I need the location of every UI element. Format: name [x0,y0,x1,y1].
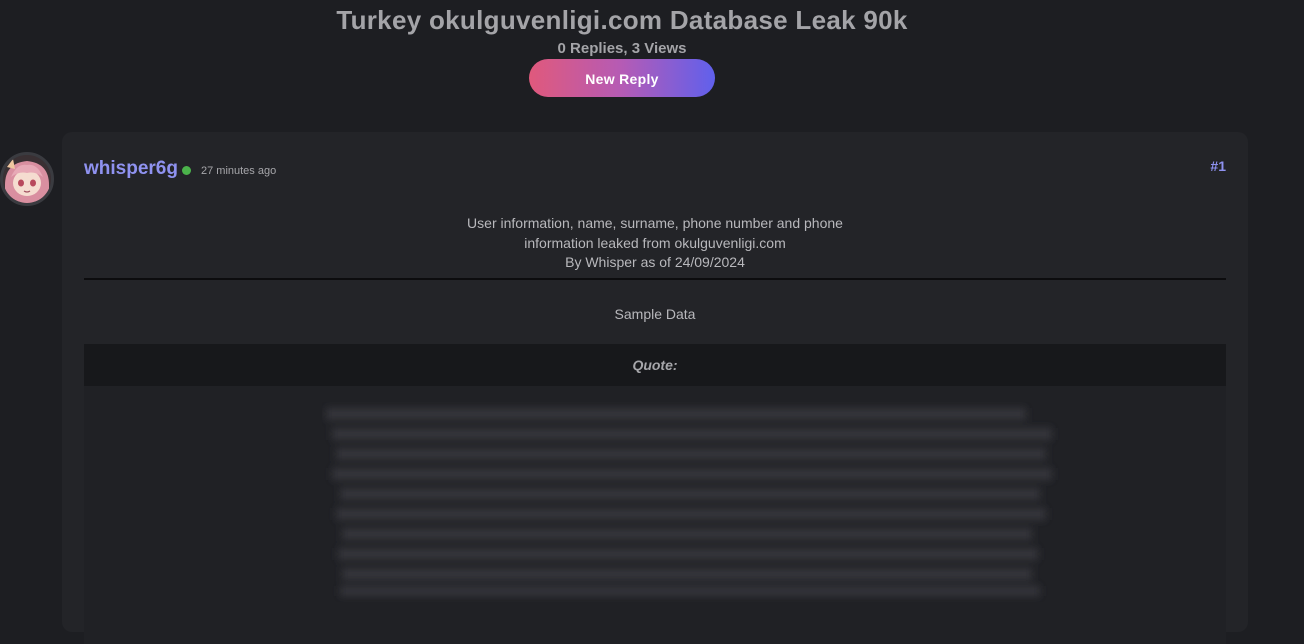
post-time: 27 minutes ago [200,165,277,177]
divider [84,278,1226,280]
avatar-image [3,155,51,203]
sample-data-label: Sample Data [614,306,696,322]
thread-header: Turkey okulguvenligi.com Database Leak 9… [0,0,1244,97]
online-status-icon [181,166,191,175]
author-row: whisper6g 27 minutes ago [84,158,276,180]
post-body-line: By Whisper as of 24/09/2024 [565,254,745,270]
post-body-line: information leaked from okulguvenligi.co… [524,234,786,251]
post-card: whisper6g 27 minutes ago #1 User informa… [62,132,1248,644]
quote-box: Quote: [84,344,1226,644]
thread-stats: 0 Replies, 3 Views [557,40,687,57]
blurred-sample-image [326,408,1052,596]
new-reply-button[interactable]: New Reply [529,59,715,97]
quote-header: Quote: [84,344,1226,386]
post-number-link[interactable]: #1 [1210,158,1226,174]
post-body: User information, name, surname, phone n… [84,214,1226,273]
avatar[interactable] [0,152,54,206]
thread-title: Turkey okulguvenligi.com Database Leak 9… [336,5,908,35]
username-link[interactable]: whisper6g [84,158,178,180]
post-body-line: User information, name, surname, phone n… [467,215,843,231]
